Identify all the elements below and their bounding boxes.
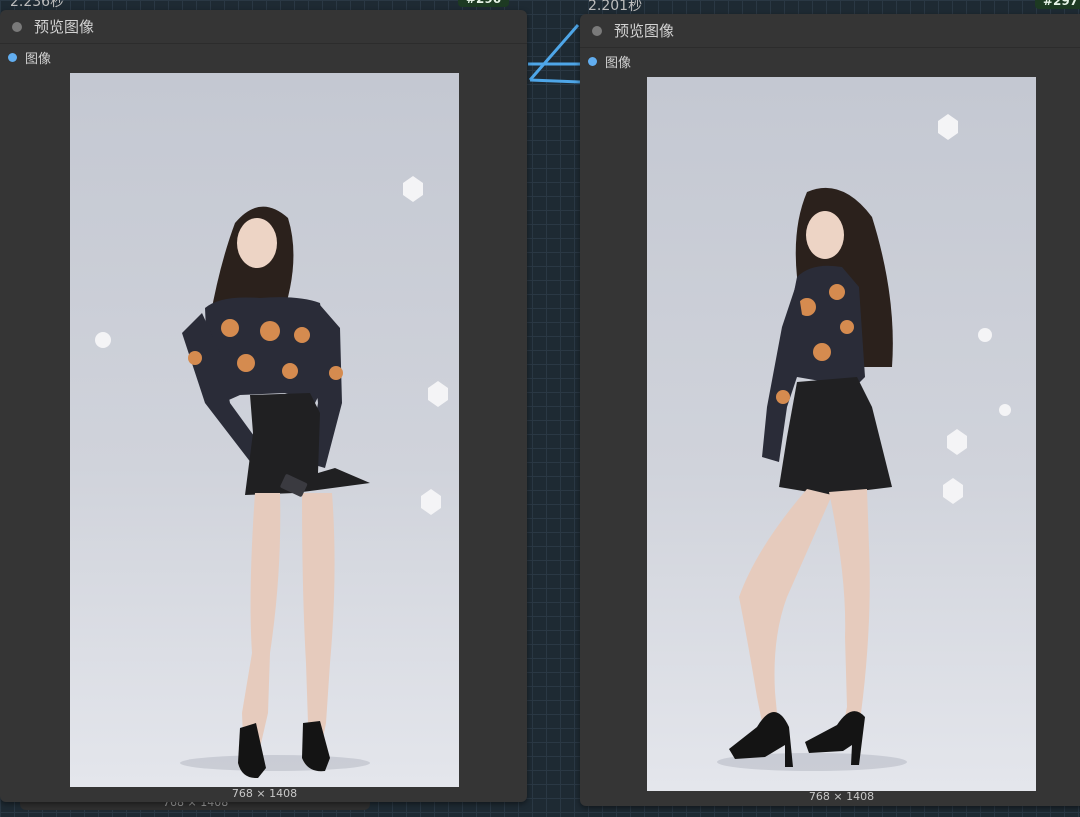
left-image-dimensions: 768 × 1408 — [231, 787, 298, 800]
right-port-label: 图像 — [605, 55, 632, 71]
left-preview-image — [70, 73, 459, 787]
right-preview-image — [647, 77, 1036, 791]
right-node-timing: 2.201秒 — [588, 0, 643, 14]
right-node-title: 预览图像 — [614, 22, 675, 40]
collapse-dot-icon[interactable] — [592, 25, 602, 36]
port-connector-icon[interactable] — [8, 52, 17, 62]
left-node-title: 预览图像 — [34, 18, 95, 36]
right-input-port[interactable]: 图像 — [580, 48, 1080, 74]
port-connector-icon[interactable] — [588, 56, 597, 66]
left-node-header[interactable]: 预览图像 — [0, 10, 527, 44]
right-node-id-badge: #297 — [1035, 0, 1080, 9]
left-node-id-badge: #296 — [458, 0, 510, 7]
left-preview-node[interactable]: 预览图像 图像 768 × 1408 — [0, 10, 527, 802]
right-node-header[interactable]: 预览图像 — [580, 14, 1080, 48]
right-image-dimensions: 768 × 1408 — [808, 790, 875, 803]
left-port-label: 图像 — [25, 51, 52, 67]
collapse-dot-icon[interactable] — [12, 21, 22, 32]
right-preview-node[interactable]: 预览图像 图像 768 × 1408 — [580, 14, 1080, 806]
left-input-port[interactable]: 图像 — [0, 44, 527, 70]
